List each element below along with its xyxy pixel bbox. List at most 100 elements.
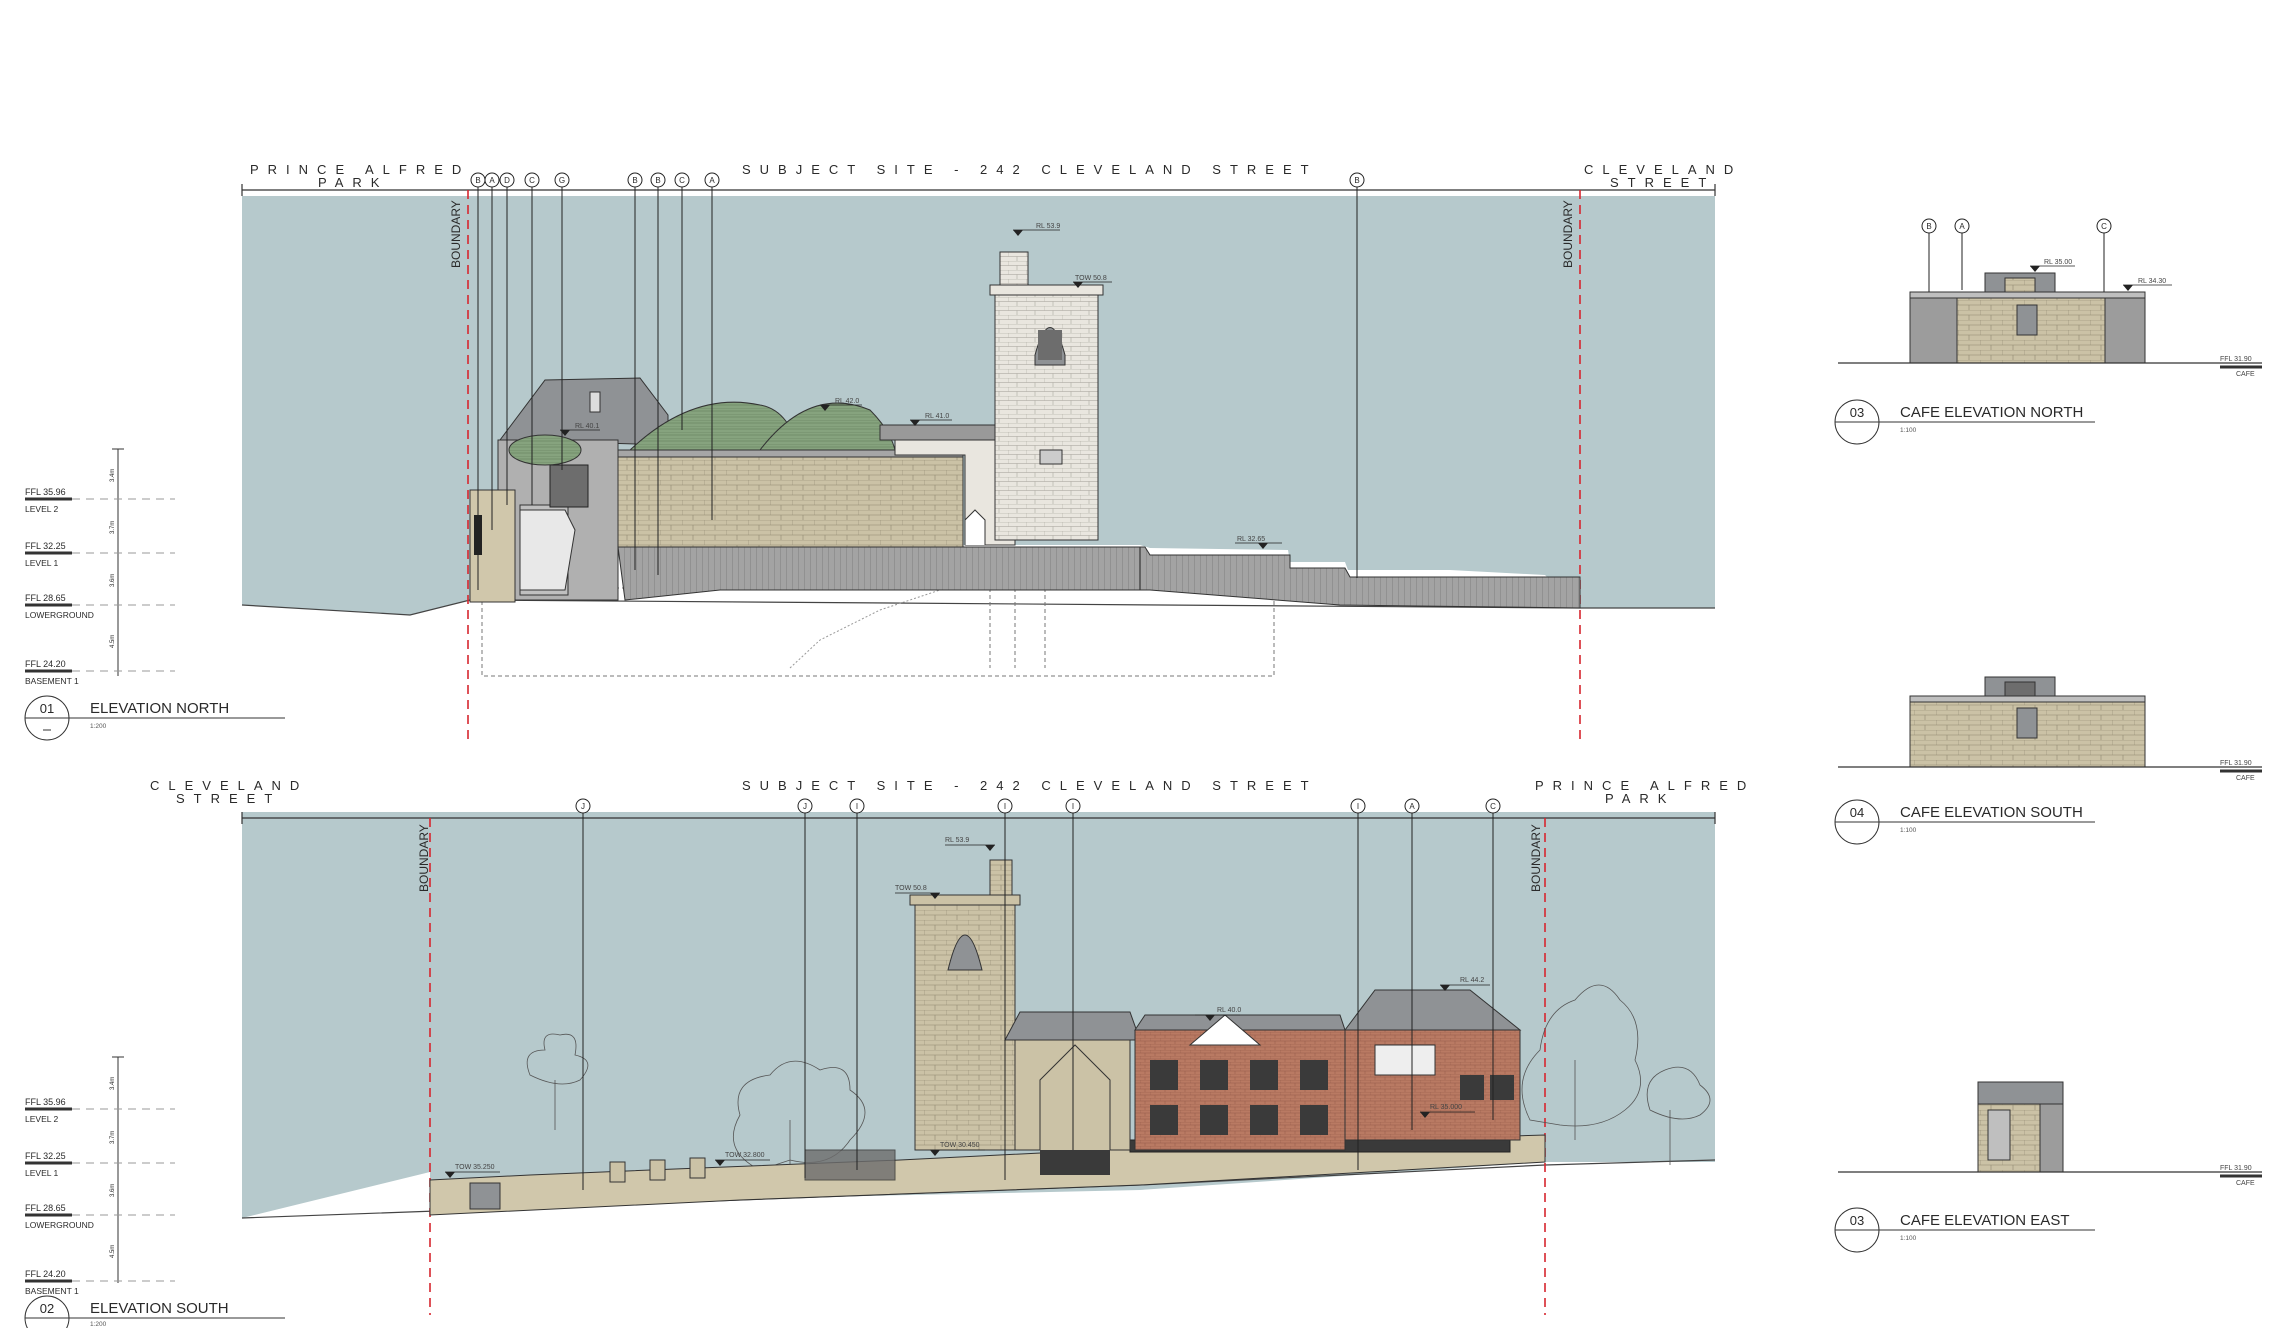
north-ffl-2: FFL 32.25 <box>25 541 66 551</box>
north-level-4: BASEMENT 1 <box>25 676 79 686</box>
south-center-label: SUBJECT SITE - 242 CLEVELAND STREET <box>742 778 1318 793</box>
cafe-north-title: CAFE ELEVATION NORTH <box>1900 404 2083 421</box>
south-title: ELEVATION SOUTH <box>90 1300 229 1317</box>
cafe-north-rl-2: RL 34.30 <box>2138 278 2166 285</box>
south-callout-6: I <box>1357 802 1359 811</box>
north-callout-7: B <box>655 176 660 185</box>
north-boundary-east: BOUNDARY <box>1561 200 1575 268</box>
cafe-north-callout-1: B <box>1926 222 1931 231</box>
cafe-south-title: CAFE ELEVATION SOUTH <box>1900 804 2083 821</box>
north-rl-4: RL 41.0 <box>925 413 949 420</box>
north-rl-6: RL 32.65 <box>1237 536 1265 543</box>
cafe-north-number: 03 <box>1850 405 1864 420</box>
svg-text:3.7m: 3.7m <box>110 521 116 534</box>
north-scale: 1:200 <box>90 723 107 730</box>
south-ffl-4: FFL 24.20 <box>25 1269 66 1279</box>
cafe-east-number: 03 <box>1850 1213 1864 1228</box>
cafe-north-scale: 1:100 <box>1900 427 1917 434</box>
svg-text:3.6m: 3.6m <box>110 574 116 587</box>
north-left-label-2: PARK <box>318 175 388 190</box>
elevation-south: CLEVELAND STREET SUBJECT SITE - 242 CLEV… <box>150 778 1746 1315</box>
south-right-label-2: PARK <box>1605 791 1675 806</box>
cafe-south-scale: 1:100 <box>1900 827 1917 834</box>
north-callout-1: B <box>475 176 480 185</box>
north-center-label: SUBJECT SITE - 242 CLEVELAND STREET <box>742 162 1318 177</box>
south-callout-2: J <box>803 802 807 811</box>
cafe-east-title: CAFE ELEVATION EAST <box>1900 1212 2069 1229</box>
drawing-sheet: PRINCE ALFRED PARK SUBJECT SITE - 242 CL… <box>24 162 2262 1328</box>
cafe-south-number: 04 <box>1850 805 1864 820</box>
north-title: ELEVATION NORTH <box>90 700 229 717</box>
north-callout-10: B <box>1354 176 1359 185</box>
south-level-2: LEVEL 1 <box>25 1168 59 1178</box>
elevation-north: PRINCE ALFRED PARK SUBJECT SITE - 242 CL… <box>241 162 1733 740</box>
south-number: 02 <box>40 1301 54 1316</box>
north-level-2: LEVEL 1 <box>25 558 59 568</box>
south-callout-5: I <box>1072 802 1074 811</box>
cafe-elevation-east: FFL 31.90 CAFE 03 CAFE ELEVATION EAST 1:… <box>1834 1081 2262 1253</box>
north-level-3: LOWERGROUND <box>25 610 94 620</box>
north-ffl-1: FFL 35.96 <box>25 487 66 497</box>
cafe-elevation-north: FFL 31.90 CAFE B A C RL 35.00 RL 34.30 0… <box>1834 218 2262 445</box>
svg-text:3.7m: 3.7m <box>110 1131 116 1144</box>
cafe-east-ffl-name: CAFE <box>2236 1180 2255 1187</box>
church-tower-north <box>994 289 1099 541</box>
cafe-south-ffl-name: CAFE <box>2236 775 2255 782</box>
south-level-4: BASEMENT 1 <box>25 1286 79 1296</box>
south-left-label-2: STREET <box>176 791 281 806</box>
north-callout-2: A <box>489 176 495 185</box>
south-ffl-2: FFL 32.25 <box>25 1151 66 1161</box>
north-callout-8: C <box>679 176 685 185</box>
cafe-east-ffl: FFL 31.90 <box>2220 1165 2252 1172</box>
south-rl-6: TOW 32.800 <box>725 1152 765 1159</box>
south-rl-1: RL 53.9 <box>945 837 969 844</box>
svg-text:3.4m: 3.4m <box>110 1077 116 1090</box>
south-ffl-1: FFL 35.96 <box>25 1097 66 1107</box>
north-callout-5: G <box>559 176 565 185</box>
north-callout-6: B <box>632 176 637 185</box>
cafe-north-rl-1: RL 35.00 <box>2044 259 2072 266</box>
south-callout-1: J <box>581 802 585 811</box>
south-title-block: 02 ELEVATION SOUTH 1:200 <box>24 1295 285 1328</box>
cafe-elevation-south: FFL 31.90 CAFE 04 CAFE ELEVATION SOUTH 1… <box>1834 676 2262 845</box>
south-rl-4: RL 44.2 <box>1460 977 1484 984</box>
svg-text:3.6m: 3.6m <box>110 1184 116 1197</box>
south-callout-3: I <box>856 802 858 811</box>
south-callout-4: I <box>1004 802 1006 811</box>
cafe-east-scale: 1:100 <box>1900 1235 1917 1242</box>
north-ffl-4: FFL 24.20 <box>25 659 66 669</box>
south-rl-3: RL 40.0 <box>1217 1007 1241 1014</box>
svg-text:3.4m: 3.4m <box>110 469 116 482</box>
south-level-3: LOWERGROUND <box>25 1220 94 1230</box>
north-title-block: 01 ELEVATION NORTH 1:200 <box>24 695 285 741</box>
south-rl-7: TOW 30.450 <box>940 1142 980 1149</box>
north-level-markers: FFL 35.96 LEVEL 2 FFL 32.25 LEVEL 1 FFL … <box>25 448 175 686</box>
south-callout-7: A <box>1409 802 1415 811</box>
cafe-north-callout-3: C <box>2101 222 2107 231</box>
svg-text:4.5m: 4.5m <box>110 635 116 648</box>
south-scale: 1:200 <box>90 1321 107 1328</box>
north-level-1: LEVEL 2 <box>25 504 59 514</box>
north-ffl-3: FFL 28.65 <box>25 593 66 603</box>
south-boundary-west: BOUNDARY <box>417 824 431 892</box>
north-callout-3: D <box>504 176 510 185</box>
sandstone-block <box>617 454 964 548</box>
south-ffl-3: FFL 28.65 <box>25 1203 66 1213</box>
north-rl-5: RL 40.1 <box>575 423 599 430</box>
south-rl-5: TOW 35.250 <box>455 1164 495 1171</box>
north-right-label-2: STREET <box>1610 175 1715 190</box>
north-rl-1: RL 53.9 <box>1036 223 1060 230</box>
south-callout-8: C <box>1490 802 1496 811</box>
south-level-markers: FFL 35.96 LEVEL 2 FFL 32.25 LEVEL 1 FFL … <box>25 1056 175 1296</box>
north-boundary-west: BOUNDARY <box>449 200 463 268</box>
cafe-south-ffl: FFL 31.90 <box>2220 760 2252 767</box>
cafe-north-ffl: FFL 31.90 <box>2220 356 2252 363</box>
south-boundary-east: BOUNDARY <box>1529 824 1543 892</box>
cafe-north-ffl-name: CAFE <box>2236 371 2255 378</box>
north-number: 01 <box>40 701 54 716</box>
south-rl-2: TOW 50.8 <box>895 885 927 892</box>
svg-text:4.5m: 4.5m <box>110 1245 116 1258</box>
north-rl-3: RL 42.0 <box>835 398 859 405</box>
cafe-north-callout-2: A <box>1959 222 1965 231</box>
north-callout-4: C <box>529 176 535 185</box>
